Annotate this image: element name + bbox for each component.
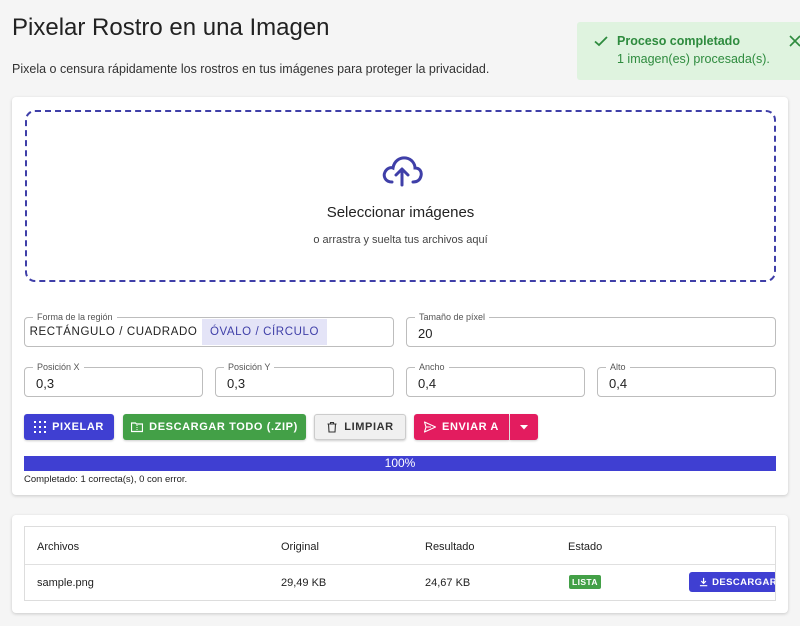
toast-title: Proceso completado (617, 34, 740, 48)
upload-card: Seleccionar imágenes o arrastra y suelta… (12, 97, 788, 495)
cell-result: 24,67 KB (425, 577, 471, 589)
column-header-status: Estado (568, 541, 603, 553)
caret-down-icon (520, 425, 528, 430)
position-x-label: Posición X (33, 362, 84, 373)
check-icon (594, 36, 608, 47)
column-header-files: Archivos (37, 541, 80, 553)
cell-original: 29,49 KB (281, 577, 327, 589)
cloud-upload-icon (382, 156, 423, 187)
send-icon (424, 421, 437, 433)
progress-status: Completado: 1 correcta(s), 0 con error. (24, 474, 188, 485)
column-header-result: Resultado (425, 541, 475, 553)
folder-zip-icon (131, 422, 144, 433)
column-header-original: Original (281, 541, 319, 553)
pixel-size-value: 20 (418, 326, 433, 341)
download-label: DESCARGAR (712, 576, 776, 588)
success-toast: Proceso completado 1 imagen(es) procesad… (577, 22, 800, 80)
close-icon[interactable] (787, 33, 800, 49)
position-y-value: 0,3 (227, 376, 246, 391)
position-y-field[interactable]: Posición Y 0,3 (215, 362, 394, 397)
trash-icon (327, 421, 337, 433)
header-divider (25, 564, 775, 565)
shape-option-oval[interactable]: ÓVALO / CÍRCULO (202, 319, 327, 345)
position-x-value: 0,3 (36, 376, 55, 391)
height-label: Alto (606, 362, 630, 373)
dropzone-title: Seleccionar imágenes (326, 204, 475, 221)
height-value: 0,4 (609, 376, 628, 391)
pixelar-label: PIXELAR (52, 421, 104, 433)
progress-bar: 100% (24, 456, 776, 471)
shape-toggle: Forma de la región RECTÁNGULO / CUADRADO… (24, 312, 394, 347)
width-field[interactable]: Ancho 0,4 (406, 362, 585, 397)
page-subtitle: Pixela o censura rápidamente los rostros… (12, 62, 490, 76)
cell-file: sample.png (37, 577, 94, 589)
dropzone-hint: o arrastra y suelta tus archivos aquí (313, 234, 488, 246)
clear-button[interactable]: LIMPIAR (314, 414, 406, 440)
width-value: 0,4 (418, 376, 437, 391)
download-zip-button[interactable]: DESCARGAR TODO (.ZIP) (123, 414, 306, 440)
results-card: Archivos Original Resultado Estado sampl… (12, 515, 788, 613)
position-y-label: Posición Y (224, 362, 275, 373)
width-label: Ancho (415, 362, 449, 373)
pixelar-button[interactable]: PIXELAR (24, 414, 114, 440)
download-zip-label: DESCARGAR TODO (.ZIP) (149, 421, 298, 433)
pixel-size-field[interactable]: Tamaño de píxel 20 (406, 312, 776, 347)
shape-option-rectangle[interactable]: RECTÁNGULO / CUADRADO (26, 319, 201, 345)
pixel-size-label: Tamaño de píxel (415, 312, 490, 323)
results-table: Archivos Original Resultado Estado sampl… (24, 526, 776, 601)
send-to-label: ENVIAR A (442, 421, 499, 433)
dropzone[interactable]: Seleccionar imágenes o arrastra y suelta… (25, 110, 776, 282)
download-icon (699, 577, 708, 587)
progress-percent: 100% (384, 456, 416, 470)
height-field[interactable]: Alto 0,4 (597, 362, 776, 397)
position-x-field[interactable]: Posición X 0,3 (24, 362, 203, 397)
grid-icon (34, 421, 47, 433)
toast-message: 1 imagen(es) procesada(s). (617, 52, 770, 66)
page-title: Pixelar Rostro en una Imagen (12, 14, 330, 41)
clear-label: LIMPIAR (344, 421, 394, 433)
send-to-button[interactable]: ENVIAR A (414, 414, 509, 440)
send-to-dropdown-button[interactable] (510, 414, 538, 440)
download-button[interactable]: DESCARGAR (689, 572, 776, 592)
status-badge: LISTA (569, 575, 601, 589)
